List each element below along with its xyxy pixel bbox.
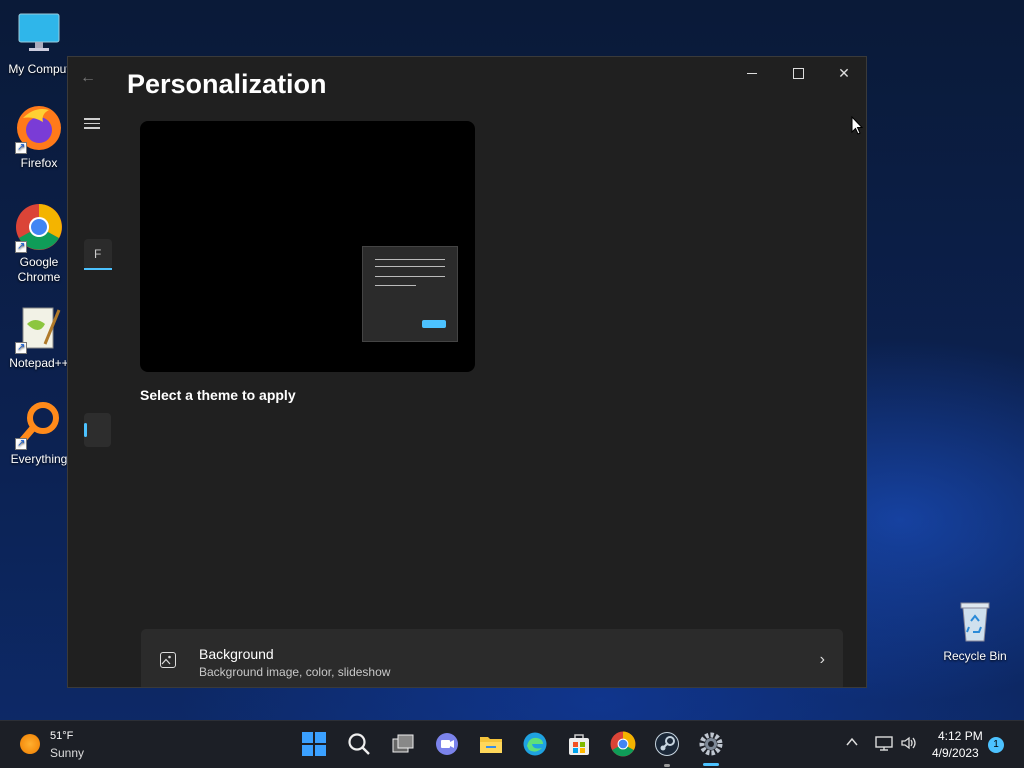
show-hidden-icons-button[interactable]: [845, 735, 859, 752]
shortcut-arrow-icon: [15, 239, 27, 254]
preview-accent-button: [422, 320, 446, 328]
desktop-icon-my-computer[interactable]: My Comput: [1, 10, 77, 77]
steam-running-indicator: [664, 764, 670, 767]
desktop-icon-recycle-bin[interactable]: Recycle Bin: [937, 597, 1013, 664]
desktop-icon-label: Notepad++: [9, 356, 69, 370]
sun-icon: [20, 734, 40, 754]
settings-taskbar-button[interactable]: [698, 731, 724, 757]
store-button[interactable]: [566, 731, 592, 757]
close-button[interactable]: ✕: [821, 57, 866, 89]
volume-button[interactable]: [900, 735, 918, 754]
desktop-icon-label: My Comput: [8, 62, 70, 76]
card-title: Background: [199, 646, 274, 662]
steam-button[interactable]: [654, 731, 680, 757]
weather-temp: 51°F: [50, 730, 74, 742]
taskbar: 51°F Sunny 4:12 PM 4/9/2023 1: [0, 720, 1024, 768]
folder-icon: [480, 737, 502, 753]
nav-item-personalization[interactable]: [84, 413, 111, 447]
notepad-plus-plus-icon: [15, 304, 63, 355]
gear-icon: [699, 732, 723, 756]
shortcut-arrow-icon: [15, 436, 27, 451]
chrome-icon: [15, 203, 63, 254]
minimize-button[interactable]: [729, 57, 775, 89]
desktop-icon-chrome[interactable]: Google Chrome: [1, 203, 77, 285]
network-icon: [875, 736, 893, 751]
edge-button[interactable]: [522, 731, 548, 757]
desktop-icon-notepad-plus-plus[interactable]: Notepad++: [1, 304, 77, 371]
maximize-icon: [792, 67, 804, 79]
hamburger-menu-icon[interactable]: [84, 115, 100, 132]
chevron-right-icon: ›: [819, 651, 825, 668]
clock-date: 4/9/2023: [932, 746, 979, 760]
network-button[interactable]: [875, 735, 893, 754]
chrome-taskbar-button[interactable]: [610, 731, 636, 757]
edge-icon: [523, 732, 547, 756]
steam-icon: [655, 732, 679, 756]
settings-window: ← Personalization ✕ F Select a theme to …: [67, 56, 867, 688]
task-view-button[interactable]: [390, 731, 416, 757]
teams-chat-button[interactable]: [434, 731, 460, 757]
chevron-up-icon: [846, 737, 858, 746]
maximize-button[interactable]: [775, 57, 821, 89]
settings-active-indicator: [703, 763, 719, 766]
preview-mini-window: [362, 246, 458, 342]
shortcut-arrow-icon: [15, 140, 27, 155]
firefox-icon: [15, 104, 63, 155]
clock-time: 4:12 PM: [938, 729, 983, 743]
theme-caption: Select a theme to apply: [140, 387, 296, 403]
monitor-icon: [15, 10, 63, 58]
chat-icon: [436, 733, 458, 755]
close-icon: ✕: [838, 64, 850, 81]
task-view-icon: [392, 734, 414, 753]
notification-badge[interactable]: 1: [988, 737, 1004, 753]
shortcut-arrow-icon: [15, 340, 27, 355]
desktop-icon-firefox[interactable]: Firefox: [1, 104, 77, 171]
weather-desc: Sunny: [50, 746, 85, 760]
card-subtitle: Background image, color, slideshow: [199, 665, 391, 679]
windows-logo-icon: [302, 732, 326, 756]
recycle-bin-icon: [951, 597, 999, 645]
speaker-icon: [901, 736, 916, 750]
desktop-icon-everything[interactable]: Everything: [1, 400, 77, 467]
selection-indicator: [84, 423, 87, 437]
image-icon: [160, 652, 176, 668]
settings-search-input[interactable]: F: [84, 239, 112, 269]
theme-preview: [140, 121, 475, 372]
store-icon: [569, 734, 589, 755]
search-icon: [348, 733, 370, 755]
file-explorer-button[interactable]: [478, 731, 504, 757]
minimize-icon: [747, 72, 757, 74]
chrome-icon: [610, 731, 636, 757]
background-settings-card[interactable]: Background Background image, color, slid…: [141, 629, 843, 687]
desktop-icon-label: Google Chrome: [17, 255, 61, 284]
start-button[interactable]: [301, 731, 327, 757]
search-focus-underline: [84, 268, 112, 270]
back-arrow-icon[interactable]: ←: [80, 69, 96, 87]
mouse-cursor-icon: [851, 116, 863, 135]
search-button[interactable]: [346, 731, 372, 757]
page-title: Personalization: [127, 69, 327, 99]
desktop-icon-label: Everything: [10, 452, 68, 466]
desktop-icon-label: Recycle Bin: [943, 649, 1007, 663]
desktop-icon-label: Firefox: [20, 156, 58, 170]
everything-search-icon: [15, 400, 63, 451]
